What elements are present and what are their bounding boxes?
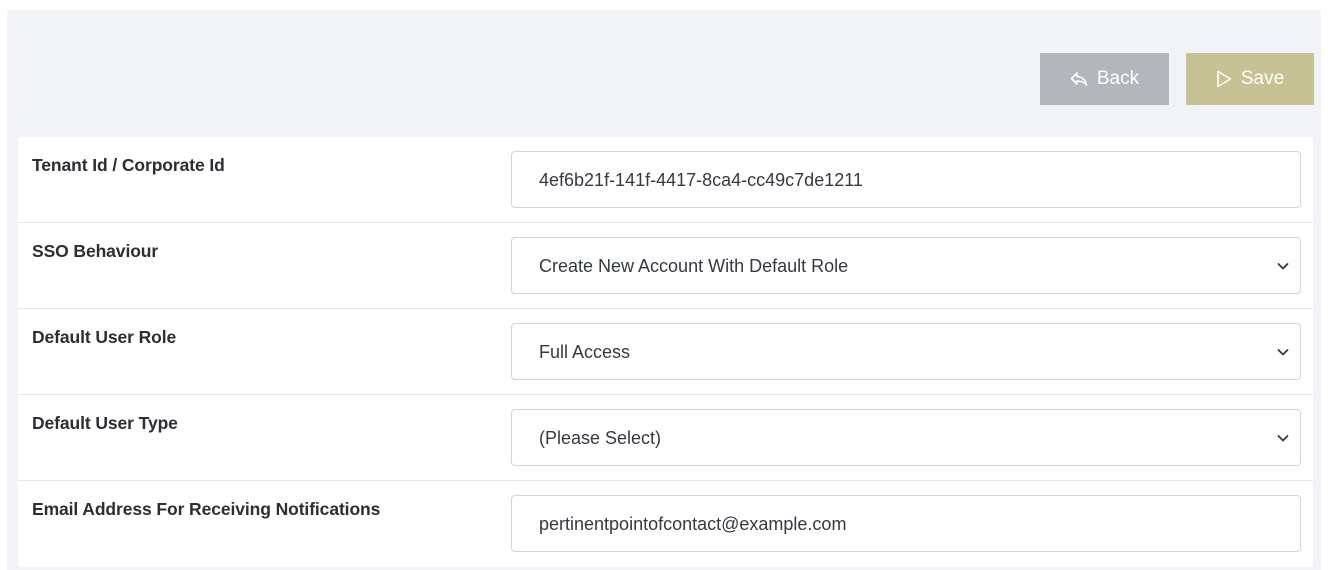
notification-email-label: Email Address For Receiving Notification… [32, 499, 381, 519]
default-user-role-label: Default User Role [32, 327, 177, 347]
reply-arrow-icon [1070, 71, 1088, 87]
chevron-down-icon [1276, 345, 1290, 364]
sso-behaviour-value: Create New Account With Default Role [539, 256, 849, 276]
form-row-tenant-id: Tenant Id / Corporate Id 4ef6b21f-141f-4… [18, 137, 1313, 223]
default-user-role-select[interactable]: Full Access [511, 323, 1301, 380]
chevron-down-icon [1276, 431, 1290, 450]
back-button-label: Back [1096, 68, 1140, 89]
default-user-type-select[interactable]: (Please Select) [511, 409, 1301, 466]
form-row-sso-behaviour: SSO Behaviour Create New Account With De… [18, 223, 1313, 309]
tenant-id-input[interactable]: 4ef6b21f-141f-4417-8ca4-cc49c7de1211 [511, 151, 1301, 208]
default-user-type-value: (Please Select) [539, 428, 662, 448]
form-row-notification-email: Email Address For Receiving Notification… [18, 481, 1313, 567]
save-button-label: Save [1240, 68, 1285, 89]
form-row-default-user-type: Default User Type (Please Select) [18, 395, 1313, 481]
back-button[interactable]: Back [1040, 53, 1169, 105]
play-outline-icon [1216, 70, 1232, 88]
toolbar: Back Save [7, 10, 1321, 137]
default-user-role-value: Full Access [539, 342, 631, 362]
form-row-default-user-role: Default User Role Full Access [18, 309, 1313, 395]
sso-behaviour-select[interactable]: Create New Account With Default Role [511, 237, 1301, 294]
default-user-type-label: Default User Type [32, 413, 178, 433]
tenant-id-label: Tenant Id / Corporate Id [32, 155, 225, 175]
tenant-id-value: 4ef6b21f-141f-4417-8ca4-cc49c7de1211 [539, 170, 863, 190]
settings-panel: Back Save Tenant Id / Corporate Id 4ef6b… [7, 10, 1321, 570]
notification-email-value: pertinentpointofcontact@example.com [539, 514, 847, 534]
chevron-down-icon [1276, 259, 1290, 278]
save-button[interactable]: Save [1186, 53, 1314, 105]
sso-behaviour-label: SSO Behaviour [32, 241, 159, 261]
sso-settings-form: Tenant Id / Corporate Id 4ef6b21f-141f-4… [18, 137, 1313, 567]
notification-email-input[interactable]: pertinentpointofcontact@example.com [511, 495, 1301, 552]
